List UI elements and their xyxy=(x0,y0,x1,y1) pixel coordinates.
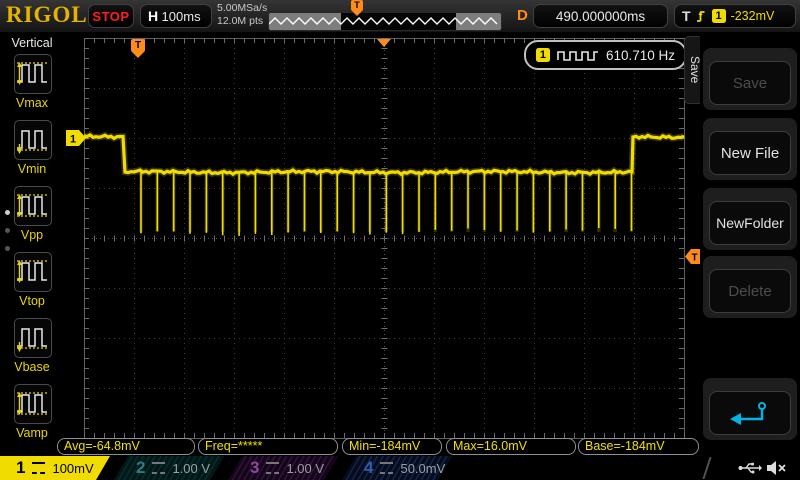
channel-scale-value: 50.0mV xyxy=(400,461,445,476)
measure-item-vamp[interactable]: Vamp xyxy=(0,384,64,444)
speaker-muted-icon xyxy=(766,460,788,476)
run-state-label: STOP xyxy=(92,9,129,24)
measure-item-label: Vamp xyxy=(0,426,64,440)
back-button-slot xyxy=(703,378,797,440)
softkey-slot: New File xyxy=(703,118,797,180)
measurement-readout-base: Base=-184mV xyxy=(578,438,699,455)
vbase-icon xyxy=(14,318,52,358)
newfolder-button[interactable]: NewFolder xyxy=(709,201,791,245)
softkey-menu: Save New File NewFolder Delete xyxy=(700,32,800,456)
measure-item-vmin[interactable]: Vmin xyxy=(0,120,64,180)
vmin-icon xyxy=(14,120,52,160)
delay-value-box: 490.000000ms xyxy=(533,4,668,28)
channel-4-block[interactable]: 4 50.0mV xyxy=(342,456,452,480)
sample-rate: 5.00MSa/s xyxy=(217,2,267,15)
ch1-waveform-trace xyxy=(64,32,700,456)
coupling-icon xyxy=(32,462,45,474)
channel-number: 2 xyxy=(136,458,145,478)
softkey-slot: NewFolder xyxy=(703,188,797,250)
memory-depth: 12.0M pts xyxy=(217,15,267,28)
vmax-icon xyxy=(14,54,52,94)
measure-item-label: Vbase xyxy=(0,360,64,374)
square-wave-icon xyxy=(557,48,599,62)
trigger-position-flag-icon[interactable]: T xyxy=(131,39,145,58)
new-file-button[interactable]: New File xyxy=(709,131,791,175)
waveform-memory-bar[interactable] xyxy=(268,12,502,31)
channel-3-block[interactable]: 3 1.00 V xyxy=(228,456,338,480)
coupling-icon xyxy=(266,462,279,474)
horizontal-label: H xyxy=(148,8,158,24)
oscilloscope-screen: RIGOL STOP H 100ms 5.00MSa/s 12.0M pts T… xyxy=(0,0,800,480)
page-indicator-dot xyxy=(5,228,10,233)
measurement-readout-min: Min=-184mV xyxy=(342,438,442,455)
channel-number: 1 xyxy=(16,458,25,478)
return-arrow-icon xyxy=(728,400,772,426)
softkey-slot: Save xyxy=(703,48,797,110)
measurement-readout-max: Max=16.0mV xyxy=(446,438,576,455)
measure-item-label: Vmax xyxy=(0,96,64,110)
measure-category-title: Vertical xyxy=(0,36,64,50)
acquisition-info: 5.00MSa/s 12.0M pts xyxy=(217,2,267,28)
timebase-value: 100ms xyxy=(158,9,204,24)
channel-status-bar: 1 100mV 2 1.00 V 3 1.00 V 4 50.0mV xyxy=(0,456,800,480)
measure-item-vmax[interactable]: Vmax xyxy=(0,54,64,114)
channel-number: 3 xyxy=(250,458,259,478)
ch1-ground-marker-icon[interactable]: 1 xyxy=(66,130,86,146)
coupling-icon xyxy=(380,462,393,474)
trigger-info-box: T 1 -232mV xyxy=(674,4,796,28)
trigger-position-marker-icon[interactable]: T xyxy=(351,0,363,16)
frequency-value: 610.710 Hz xyxy=(606,48,675,63)
measure-sidebar: Vertical Vmax Vmin Vpp Vtop Vbase Vamp xyxy=(0,32,65,456)
channel-1-block[interactable]: 1 100mV xyxy=(0,456,110,480)
save-button[interactable]: Save xyxy=(709,61,791,105)
trigger-level-marker-icon[interactable]: T xyxy=(685,249,700,264)
coupling-icon xyxy=(152,462,165,474)
vamp-icon xyxy=(14,384,52,424)
usb-icon xyxy=(738,460,762,476)
measure-item-label: Vmin xyxy=(0,162,64,176)
freq-counter-source-badge: 1 xyxy=(536,48,550,62)
back-button[interactable] xyxy=(709,391,791,435)
softkey-slot: Delete xyxy=(703,256,797,318)
svg-text:T: T xyxy=(692,253,698,264)
frequency-counter: 1 610.710 Hz xyxy=(524,40,687,70)
vpp-icon xyxy=(14,186,52,226)
page-indicator-dot xyxy=(5,210,10,215)
horizontal-center-marker-icon xyxy=(377,39,391,47)
top-status-bar: RIGOL STOP H 100ms 5.00MSa/s 12.0M pts T… xyxy=(0,0,800,32)
channel-scale-value: 1.00 V xyxy=(172,461,210,476)
measure-item-label: Vtop xyxy=(0,294,64,308)
page-indicator-dot xyxy=(5,246,10,251)
channel-scale-value: 100mV xyxy=(52,461,93,476)
run-state-indicator: STOP xyxy=(88,4,134,28)
channel-number: 4 xyxy=(364,458,373,478)
status-divider xyxy=(702,457,711,479)
channel-scale-value: 1.00 V xyxy=(286,461,324,476)
horizontal-timebase-box: H 100ms xyxy=(140,4,212,28)
trigger-source-badge: 1 xyxy=(712,9,726,23)
delete-button[interactable]: Delete xyxy=(709,269,791,313)
svg-text:1: 1 xyxy=(70,134,76,146)
trigger-level-value: -232mV xyxy=(731,9,775,23)
measurement-readout-freq: Freq=***** xyxy=(198,438,338,455)
trigger-label: T xyxy=(682,8,691,24)
vtop-icon xyxy=(14,252,52,292)
delay-label: D xyxy=(517,7,528,24)
delay-value: 490.000000ms xyxy=(556,9,645,24)
memory-waveform-icon xyxy=(269,13,499,30)
measurement-readout-avg: Avg=-64.8mV xyxy=(57,438,195,455)
measure-item-vpp[interactable]: Vpp xyxy=(0,186,64,246)
rising-edge-icon xyxy=(696,9,707,24)
rigol-logo: RIGOL xyxy=(6,2,88,28)
measure-item-vbase[interactable]: Vbase xyxy=(0,318,64,378)
measure-item-vtop[interactable]: Vtop xyxy=(0,252,64,312)
waveform-display-area[interactable]: T 1 T 1 610.710 Hz xyxy=(64,32,700,456)
channel-2-block[interactable]: 2 1.00 V xyxy=(114,456,224,480)
